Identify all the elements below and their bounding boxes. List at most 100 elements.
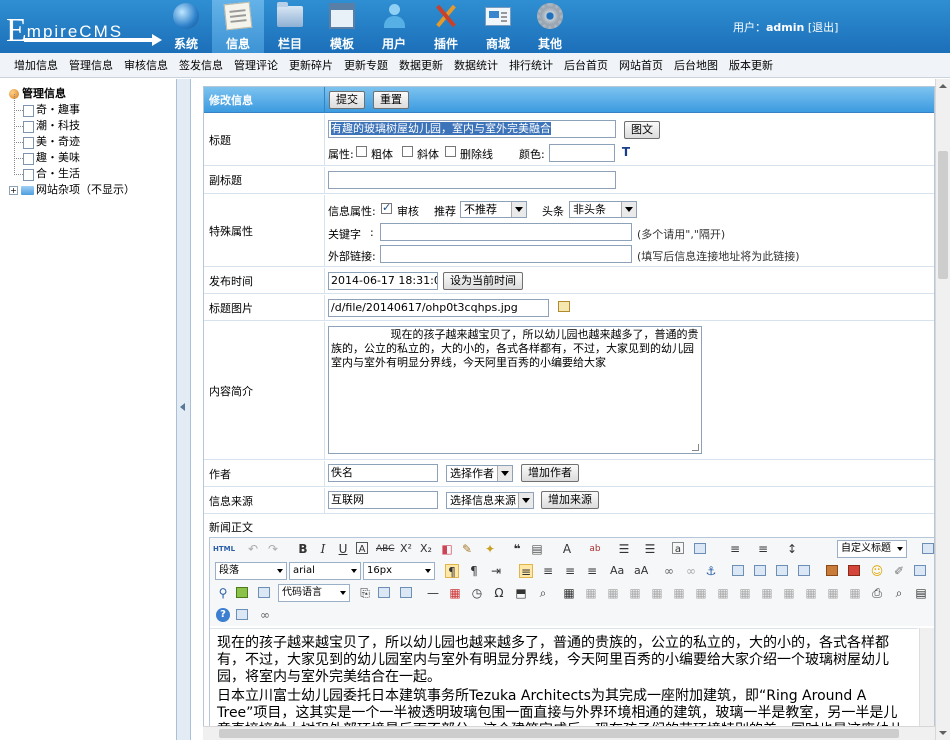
horizontal-rule-icon[interactable]: — (426, 586, 440, 600)
subnav-version-update[interactable]: 版本更新 (729, 53, 773, 77)
image-select-icon[interactable] (558, 301, 570, 312)
nav-shop[interactable]: 商城 (472, 0, 524, 53)
color-input[interactable] (549, 144, 615, 162)
scroll-down-icon[interactable] (936, 726, 950, 740)
pubtime-input[interactable]: 2014-06-17 18:31:04 (328, 272, 438, 290)
tree-item[interactable]: 合・生活 (9, 158, 176, 182)
titlepic-input[interactable]: /d/file/20140617/ohp0t3cqhps.jpg (328, 299, 549, 317)
nav-plugin[interactable]: 插件 (420, 0, 472, 53)
delete-col-icon[interactable]: ▦ (716, 586, 730, 600)
time-icon[interactable]: ◷ (470, 586, 484, 600)
map-icon[interactable] (236, 587, 248, 598)
clear-doc-icon[interactable] (694, 543, 706, 554)
nav-system[interactable]: 系统 (160, 0, 212, 53)
recommend-select[interactable]: 不推荐 (460, 201, 527, 218)
row-spacing-bottom-icon[interactable]: ≡ (756, 542, 770, 556)
add-author-button[interactable]: 增加作者 (521, 464, 579, 482)
subnav-data-update[interactable]: 数据更新 (399, 53, 443, 77)
insert-para-before-icon[interactable]: ▦ (606, 586, 620, 600)
bold-checkbox[interactable] (356, 146, 367, 157)
nav-column[interactable]: 栏目 (264, 0, 316, 53)
subnav-site-home[interactable]: 网站首页 (619, 53, 663, 77)
indent-icon[interactable]: ⇥ (489, 564, 503, 578)
scroll-up-icon[interactable] (936, 79, 950, 93)
logout-link[interactable]: [退出] (808, 21, 839, 34)
nav-other[interactable]: 其他 (524, 0, 576, 53)
delete-table-icon[interactable]: ▦ (584, 586, 598, 600)
format-brush-icon[interactable]: ✎ (460, 542, 474, 556)
image-left-icon[interactable] (754, 565, 766, 576)
subtitle-input[interactable] (328, 171, 616, 189)
subnav-sign-info[interactable]: 签发信息 (179, 53, 223, 77)
insert-table-icon[interactable]: ▦ (562, 586, 576, 600)
keyword-input[interactable] (380, 223, 632, 241)
tree-folder[interactable]: + 网站杂项（不显示） (9, 182, 176, 198)
ordered-list-icon[interactable]: ☰ (617, 542, 631, 556)
insert-row-icon[interactable]: ▦ (650, 586, 664, 600)
username-link[interactable]: admin (766, 21, 804, 34)
code-language-select[interactable]: 代码语言 (278, 584, 350, 602)
emotion-icon[interactable]: ☺ (870, 564, 884, 578)
drafts-icon[interactable]: ▤ (914, 586, 928, 600)
preview-icon[interactable]: ⌕ (892, 586, 906, 600)
font-border-icon[interactable]: A (356, 542, 368, 555)
split-rows-icon[interactable]: ▦ (826, 586, 840, 600)
background-icon[interactable] (378, 587, 390, 598)
html-source-icon[interactable]: HTML (213, 542, 235, 556)
font-color-icon[interactable]: A (560, 542, 574, 556)
sidebar-splitter[interactable] (177, 79, 191, 740)
custom-style-select[interactable]: 自定义标题 (837, 540, 907, 558)
strike-checkbox[interactable] (445, 146, 456, 157)
author-input[interactable]: 佚名 (328, 464, 438, 482)
align-justify-icon[interactable]: ≡ (585, 564, 599, 578)
bold-icon[interactable]: B (296, 542, 310, 556)
insert-para-after-icon[interactable]: ▦ (628, 586, 642, 600)
subnav-update-topics[interactable]: 更新专题 (344, 53, 388, 77)
scrawl-icon[interactable]: ✐ (892, 564, 906, 578)
merge-right-icon[interactable]: ▦ (760, 586, 774, 600)
subnav-update-fragments[interactable]: 更新碎片 (289, 53, 333, 77)
italic-icon[interactable]: I (316, 542, 330, 556)
uppercase-icon[interactable]: Aa (610, 564, 624, 578)
align-right-icon[interactable]: ≡ (563, 564, 577, 578)
anchor-icon[interactable]: ⚓ (704, 564, 718, 578)
eraser-icon[interactable]: ◧ (440, 542, 454, 556)
image-none-icon[interactable] (732, 565, 744, 576)
insert-col-icon[interactable]: ▦ (694, 586, 708, 600)
select-all-icon[interactable]: a (672, 542, 684, 555)
tree-item[interactable]: 美・奇迹 (9, 126, 176, 150)
insert-image-icon[interactable] (826, 565, 838, 576)
special-chars-icon[interactable]: Ω (492, 586, 506, 600)
merge-cells-icon[interactable]: ▦ (738, 586, 752, 600)
resize-grip-icon[interactable] (692, 444, 699, 451)
subnav-admin-map[interactable]: 后台地图 (674, 53, 718, 77)
editor-scrollbar[interactable] (919, 628, 934, 739)
merge-down-icon[interactable]: ▦ (782, 586, 796, 600)
subnav-admin-home[interactable]: 后台首页 (564, 53, 608, 77)
ltr-direction-icon[interactable]: ¶ (445, 564, 459, 579)
word-count-icon[interactable] (236, 609, 248, 620)
link-icon[interactable]: ∞ (662, 564, 676, 578)
align-center-icon[interactable]: ≡ (541, 564, 555, 578)
subnav-data-stats[interactable]: 数据统计 (454, 53, 498, 77)
unordered-list-icon[interactable]: ☰ (643, 542, 657, 556)
page-horizontal-scrollbar[interactable] (203, 726, 935, 740)
tree-item[interactable]: 奇・趣事 (9, 94, 176, 118)
superscript-icon[interactable]: X² (399, 542, 413, 556)
paste-plain-icon[interactable]: ▤ (530, 542, 544, 556)
source-input[interactable]: 互联网 (328, 491, 438, 509)
subnav-audit-info[interactable]: 审核信息 (124, 53, 168, 77)
font-family-select[interactable]: arial (289, 562, 361, 580)
frame-icon[interactable] (258, 587, 270, 598)
tree-item[interactable]: 潮・科技 (9, 110, 176, 134)
empirecms-logo[interactable]: EmpireCMS (6, 8, 162, 49)
underline-icon[interactable]: U (336, 542, 350, 556)
color-picker-icon[interactable]: T (619, 145, 633, 159)
image-right-icon[interactable] (776, 565, 788, 576)
image-center-icon[interactable] (798, 565, 810, 576)
italic-checkbox[interactable] (402, 146, 413, 157)
nav-info[interactable]: 信息 (212, 0, 264, 53)
tree-root[interactable]: 管理信息 (9, 86, 176, 102)
align-left-icon[interactable]: ≡ (519, 564, 533, 579)
reset-button[interactable]: 重置 (373, 91, 409, 109)
